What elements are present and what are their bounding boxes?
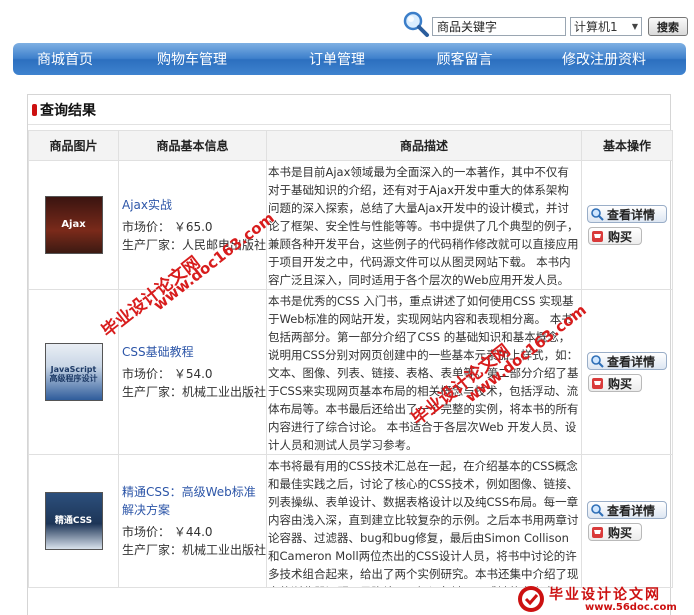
book-name-link[interactable]: CSS基础教程 [122, 343, 266, 361]
ops-cell: 查看详情 购买 [581, 160, 673, 290]
header-info: 商品基本信息 [118, 130, 267, 161]
buy-label: 购买 [608, 525, 633, 540]
book-description: 本书将最有用的CSS技术汇总在一起，在介绍基本的CSS概念和最佳实践之后，讨论了… [266, 454, 582, 588]
search-icon [403, 11, 429, 37]
main-nav: 商城首页 购物车管理 订单管理 顾客留言 修改注册资料 [13, 43, 686, 75]
search-bar: 计算机1 ▼ 搜索 [402, 10, 692, 38]
table-header-row: 商品图片 商品基本信息 商品描述 基本操作 [28, 130, 673, 161]
nav-item-messages[interactable]: 顾客留言 [407, 49, 522, 69]
info-cell: 精通CSS：高级Web标准解决方案 市场价： ￥44.0 生产厂家：机械工业出版… [118, 454, 267, 588]
book-name-link[interactable]: 精通CSS：高级Web标准解决方案 [122, 483, 266, 519]
category-select-value: 计算机1 [574, 20, 618, 34]
panel-header: 查询结果 [28, 95, 670, 125]
ops-cell: 查看详情 购买 [581, 454, 673, 588]
footer-logo: 毕业设计论文网 www.56doc.com [513, 583, 693, 615]
header-image: 商品图片 [28, 130, 119, 161]
buy-button[interactable]: 购买 [588, 374, 642, 392]
view-detail-button[interactable]: 查看详情 [587, 352, 667, 370]
cart-icon [592, 230, 603, 242]
magnifier-icon [591, 208, 604, 221]
footer-title: 毕业设计论文网 [549, 587, 661, 603]
magnifier-icon [591, 355, 604, 368]
table-row: Ajax Ajax实战 市场价： ￥65.0 生产厂家：人民邮电出版社 本书是目… [28, 160, 673, 290]
book-description-text: 本书将最有用的CSS技术汇总在一起，在介绍基本的CSS概念和最佳实践之后，讨论了… [268, 459, 579, 587]
cart-icon [592, 526, 603, 538]
chevron-down-icon: ▼ [631, 22, 638, 31]
buy-button[interactable]: 购买 [588, 227, 642, 245]
book-maker: 生产厂家：人民邮电出版社 [122, 238, 267, 252]
book-price: 市场价： ￥65.0 [122, 220, 213, 234]
title-marker-icon [32, 103, 37, 116]
nav-item-home[interactable]: 商城首页 [13, 49, 117, 69]
cover-title: JavaScript 高级程序设计 [49, 365, 98, 383]
cover-title: 精通CSS [54, 516, 93, 526]
info-cell: CSS基础教程 市场价： ￥54.0 生产厂家：机械工业出版社 [118, 289, 267, 455]
header-ops: 基本操作 [581, 130, 673, 161]
search-button[interactable]: 搜索 [648, 17, 688, 36]
ops-cell: 查看详情 购买 [581, 289, 673, 455]
book-maker: 生产厂家：机械工业出版社 [122, 543, 267, 557]
image-cell: Ajax [28, 160, 119, 290]
panel-title: 查询结果 [40, 102, 96, 119]
category-select[interactable]: 计算机1 ▼ [570, 17, 642, 36]
nav-item-profile[interactable]: 修改注册资料 [522, 49, 686, 69]
footer-url: www.56doc.com [585, 602, 677, 613]
book-price: 市场价： ￥44.0 [122, 525, 213, 539]
book-maker: 生产厂家：机械工业出版社 [122, 385, 267, 399]
view-detail-button[interactable]: 查看详情 [587, 501, 667, 519]
table-row: 精通CSS 精通CSS：高级Web标准解决方案 市场价： ￥44.0 生产厂家：… [28, 454, 673, 588]
search-input[interactable] [432, 17, 566, 36]
book-price: 市场价： ￥54.0 [122, 367, 213, 381]
header-desc: 商品描述 [266, 130, 582, 161]
buy-button[interactable]: 购买 [588, 523, 642, 541]
book-cover-image[interactable]: JavaScript 高级程序设计 [44, 343, 103, 401]
image-cell: 精通CSS [28, 454, 119, 588]
nav-item-cart[interactable]: 购物车管理 [117, 49, 267, 69]
book-cover-image[interactable]: Ajax [44, 196, 103, 254]
magnifier-icon [591, 504, 604, 517]
results-panel: 查询结果 商品图片 商品基本信息 商品描述 基本操作 Ajax Ajax实战 市… [27, 94, 673, 615]
view-detail-label: 查看详情 [607, 354, 656, 369]
view-detail-button[interactable]: 查看详情 [587, 205, 667, 223]
table-row: JavaScript 高级程序设计 CSS基础教程 市场价： ￥54.0 生产厂… [28, 289, 673, 455]
info-cell: Ajax实战 市场价： ￥65.0 生产厂家：人民邮电出版社 [118, 160, 267, 290]
results-table: 商品图片 商品基本信息 商品描述 基本操作 Ajax Ajax实战 市场价： ￥… [28, 130, 673, 588]
book-name-link[interactable]: Ajax实战 [122, 196, 266, 214]
image-cell: JavaScript 高级程序设计 [28, 289, 119, 455]
book-description: 本书是优秀的CSS 入门书，重点讲述了如何使用CSS 实现基于Web标准的网站开… [266, 289, 582, 455]
nav-item-orders[interactable]: 订单管理 [267, 49, 407, 69]
view-detail-label: 查看详情 [607, 503, 656, 518]
book-cover-image[interactable]: 精通CSS [44, 492, 103, 550]
cover-title: Ajax [61, 219, 86, 230]
logo-badge-icon [518, 586, 544, 612]
buy-label: 购买 [608, 229, 633, 244]
cart-icon [592, 377, 603, 389]
view-detail-label: 查看详情 [607, 207, 656, 222]
book-description: 本书是目前Ajax领域最为全面深入的一本著作，其中不仅有对于基础知识的介绍，还有… [266, 160, 582, 290]
buy-label: 购买 [608, 376, 633, 391]
